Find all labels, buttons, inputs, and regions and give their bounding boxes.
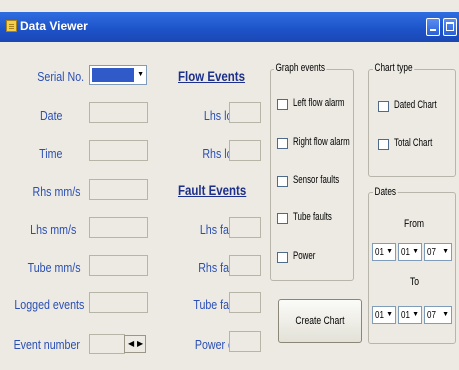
logged-events-field[interactable] — [89, 292, 148, 313]
dated-chart-label: Dated Chart — [394, 99, 437, 111]
power-label: Power — [293, 250, 316, 262]
event-number-spinner[interactable]: ◀ ▶ — [124, 335, 146, 353]
lhs-fault-field[interactable] — [229, 217, 261, 238]
from-day-value: 01 — [375, 247, 384, 258]
right-flow-alarm-checkbox[interactable] — [277, 138, 288, 149]
chart-type-title: Chart type — [373, 62, 415, 74]
rhs-fault-field[interactable] — [229, 255, 261, 276]
fault-events-header: Fault Events — [178, 182, 247, 198]
power-checkbox[interactable] — [277, 252, 288, 263]
sensor-faults-label: Sensor faults — [293, 174, 340, 186]
create-chart-button[interactable]: Create Chart — [278, 299, 362, 343]
chevron-down-icon: ▼ — [386, 311, 393, 318]
rhs-mms-label: Rhs mm/s — [32, 184, 80, 199]
rhs-mms-field[interactable] — [89, 179, 148, 200]
from-year-value: 07 — [427, 247, 436, 258]
dated-chart-checkbox[interactable] — [378, 101, 389, 112]
tube-faults-checkbox[interactable] — [277, 213, 288, 224]
lhs-mms-label: Lhs mm/s — [29, 222, 76, 237]
tube-faults-label: Tube faults — [293, 211, 332, 223]
date-label: Date — [39, 108, 62, 123]
arrow-right-icon[interactable]: ▶ — [137, 339, 143, 348]
from-month-select[interactable]: 01 ▼ — [398, 243, 422, 261]
chevron-down-icon: ▼ — [412, 311, 419, 318]
sensor-faults-checkbox[interactable] — [277, 176, 288, 187]
event-number-field[interactable] — [89, 334, 125, 354]
minimize-button[interactable] — [426, 18, 440, 36]
serial-number-select[interactable]: ▼ — [89, 65, 147, 85]
chevron-down-icon: ▼ — [412, 248, 419, 255]
from-year-select[interactable]: 07 ▼ — [424, 243, 452, 261]
to-year-value: 07 — [427, 310, 436, 321]
graph-events-title: Graph events — [274, 62, 327, 74]
chart-type-group — [368, 69, 456, 177]
create-chart-label: Create Chart — [295, 315, 345, 327]
left-flow-alarm-checkbox[interactable] — [277, 99, 288, 110]
data-viewer-window: Data Viewer Serial No. ▼ Date Time Rhs m… — [0, 0, 459, 370]
from-month-value: 01 — [401, 247, 410, 258]
window-title: Data Viewer — [20, 19, 88, 33]
to-month-select[interactable]: 01 ▼ — [398, 306, 422, 324]
from-day-select[interactable]: 01 ▼ — [372, 243, 396, 261]
chevron-down-icon: ▼ — [442, 311, 449, 318]
total-chart-checkbox[interactable] — [378, 139, 389, 150]
maximize-button[interactable] — [443, 18, 457, 36]
title-bar[interactable]: Data Viewer — [0, 12, 459, 42]
date-field[interactable] — [89, 102, 148, 123]
rhs-low-field[interactable] — [229, 140, 261, 161]
right-flow-alarm-label: Right flow alarm — [293, 136, 350, 148]
total-chart-label: Total Chart — [394, 137, 433, 149]
to-day-select[interactable]: 01 ▼ — [372, 306, 396, 324]
arrow-left-icon[interactable]: ◀ — [128, 339, 134, 348]
time-label: Time — [38, 146, 62, 161]
logged-events-label: Logged events — [14, 297, 84, 312]
tube-mms-label: Tube mm/s — [28, 260, 81, 275]
chevron-down-icon: ▼ — [137, 71, 144, 78]
to-label: To — [410, 276, 420, 288]
event-number-label: Event number — [13, 337, 80, 352]
chevron-down-icon: ▼ — [442, 248, 449, 255]
to-month-value: 01 — [401, 310, 410, 321]
serial-label: Serial No. — [37, 69, 84, 84]
lhs-mms-field[interactable] — [89, 217, 148, 238]
to-day-value: 01 — [375, 310, 384, 321]
lhs-low-field[interactable] — [229, 102, 261, 123]
left-flow-alarm-label: Left flow alarm — [293, 97, 345, 109]
flow-events-header: Flow Events — [178, 68, 245, 84]
chevron-down-icon: ▼ — [386, 248, 393, 255]
power-off-field[interactable] — [229, 331, 261, 352]
to-year-select[interactable]: 07 ▼ — [424, 306, 452, 324]
from-label: From — [404, 218, 425, 230]
tube-mms-field[interactable] — [89, 255, 148, 276]
dates-title: Dates — [373, 186, 398, 198]
app-icon — [6, 20, 17, 32]
serial-selected-value — [92, 68, 134, 82]
tube-fault-field[interactable] — [229, 292, 261, 313]
time-field[interactable] — [89, 140, 148, 161]
